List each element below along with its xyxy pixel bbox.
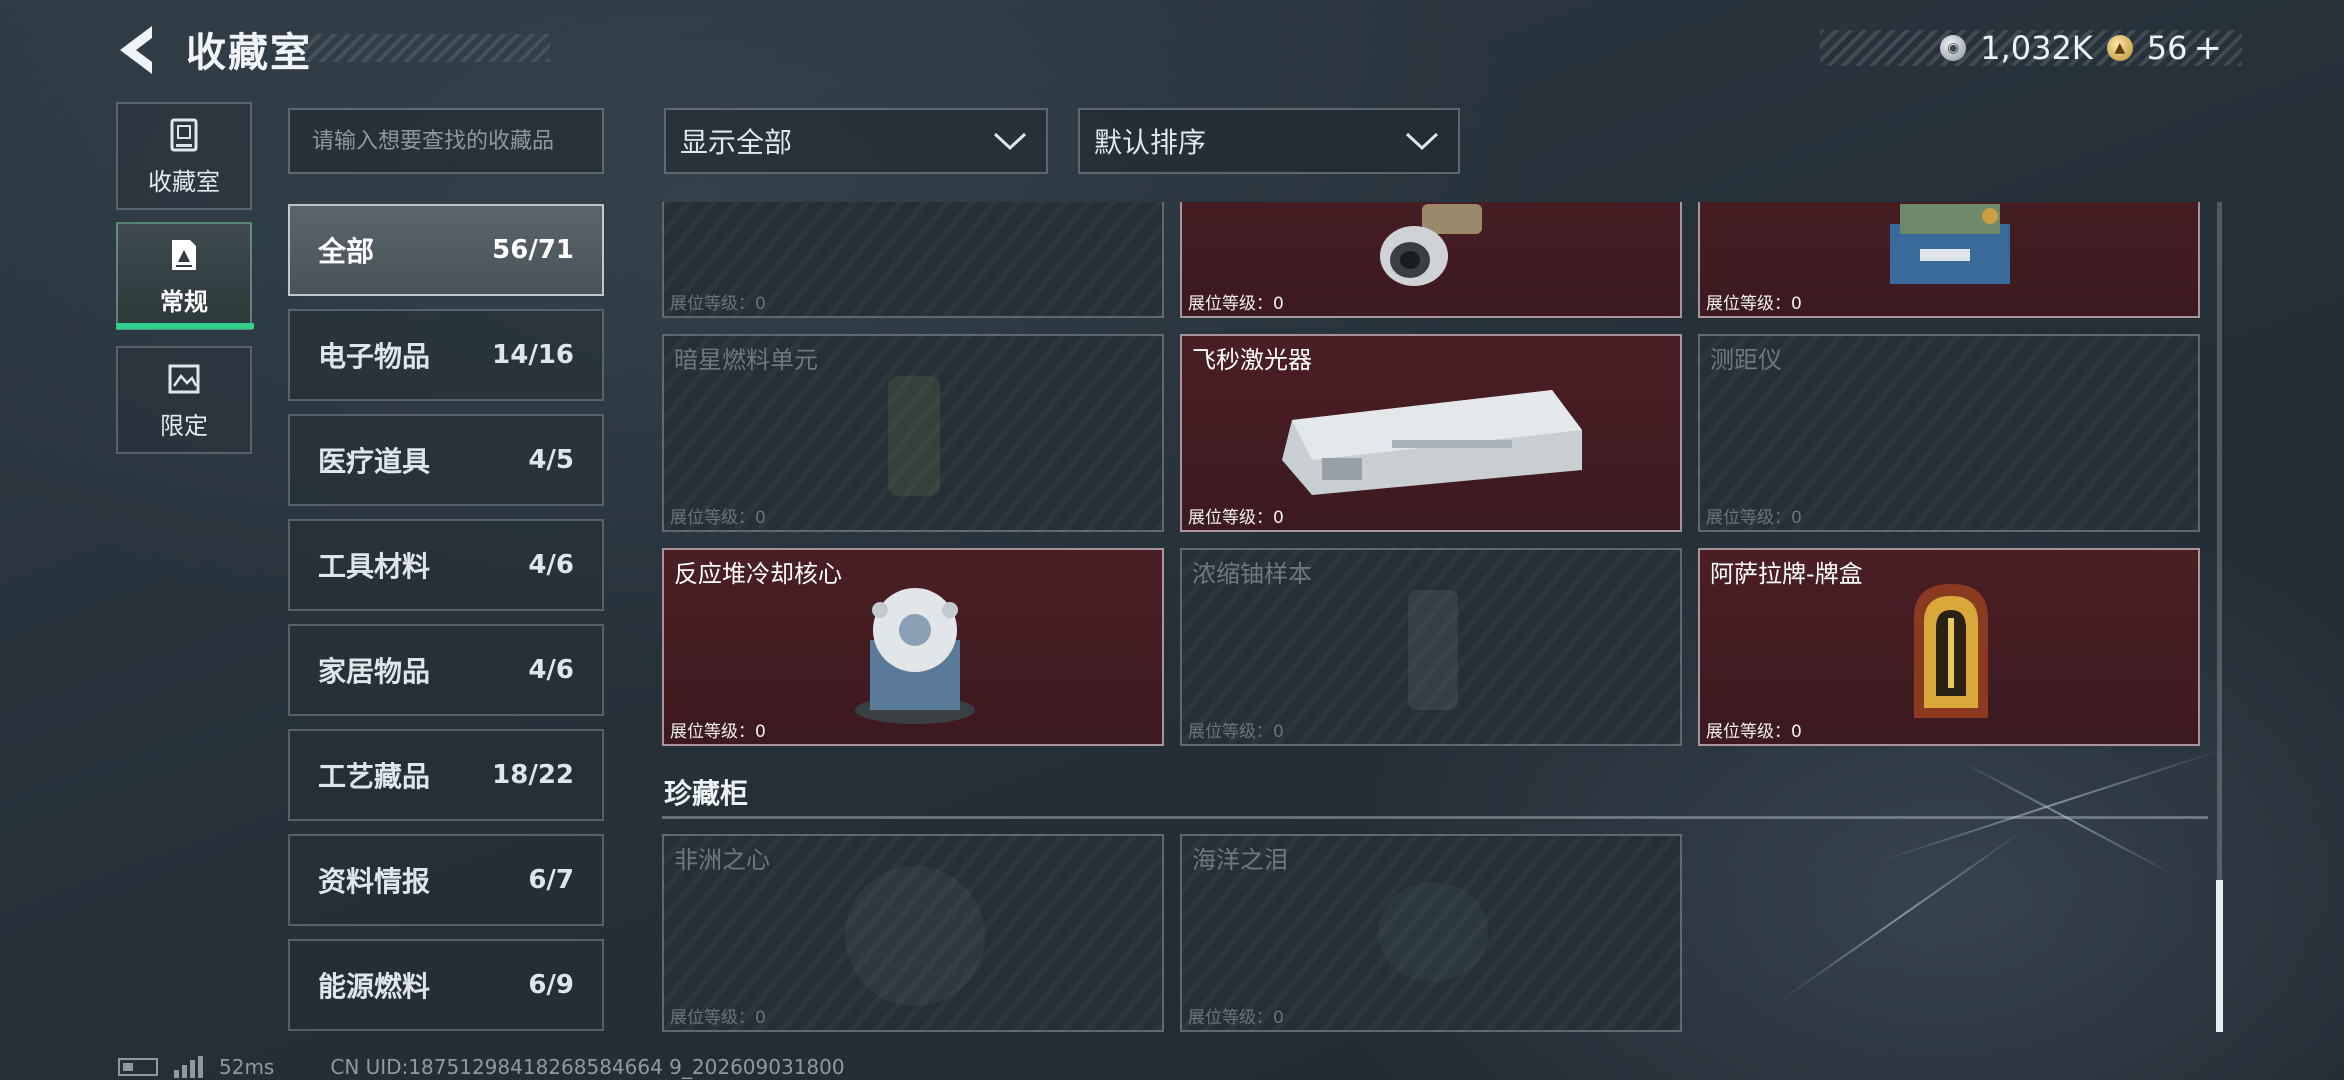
category-name: 工艺藏品 [318,760,431,793]
page-title: 收藏室 [186,30,312,76]
laser-device-art [1282,390,1582,495]
card-name: 测距仪 [1710,346,1782,374]
category-name: 全部 [318,235,375,268]
card-name: 反应堆冷却核心 [674,560,842,588]
limited-icon [168,364,200,393]
card-name: 海洋之泪 [1192,846,1288,874]
collection-card[interactable]: 海洋之泪 展位等级：0 [1180,834,1682,1032]
category-count: 4/6 [528,655,574,685]
card-level: 展位等级：0 [670,1008,766,1028]
chevron-down-icon [1405,132,1439,151]
collection-card[interactable]: 暗星燃料单元 展位等级：0 [662,334,1164,532]
nav-label: 收藏室 [148,167,220,196]
collection-grid: 展位等级：0 展位等级：0 展位等级：0 暗星燃料单元 展位等级：0 飞秒激光器 [662,202,2210,1032]
add-currency-button[interactable]: + [2194,28,2223,68]
category-count: 18/22 [492,760,574,790]
user-uid: CN UID:18751298418268584664 9_2026090318… [330,1055,845,1079]
uranium-sample-art [1408,590,1458,710]
category-count: 6/7 [528,865,574,895]
category-name: 电子物品 [318,340,431,373]
nav-item-regular[interactable]: 常规 [116,222,252,330]
regular-icon [172,239,196,270]
fuel-cell-art [888,376,940,496]
card-name: 浓缩铀样本 [1192,560,1312,588]
card-level: 展位等级：0 [1188,294,1284,314]
card-level: 展位等级：0 [1706,508,1802,528]
card-level: 展位等级：0 [1706,722,1802,742]
card-name: 阿萨拉牌-牌盒 [1710,560,1863,588]
category-tools[interactable]: 工具材料 4/6 [288,519,604,611]
collection-card[interactable]: 展位等级：0 [1698,202,2200,318]
category-medical[interactable]: 医疗道具 4/5 [288,414,604,506]
category-intel[interactable]: 资料情报 6/7 [288,834,604,926]
silver-currency-value: 1,032K [1980,29,2093,67]
card-box-art [1914,584,1988,718]
card-level: 展位等级：0 [1188,1008,1284,1028]
scrollbar-thumb[interactable] [2216,880,2223,1032]
collection-card[interactable]: 飞秒激光器 展位等级：0 [1180,334,1682,532]
reactor-core-art [855,588,975,724]
card-level: 展位等级：0 [670,508,766,528]
nav-active-indicator [116,323,254,329]
category-crafts[interactable]: 工艺藏品 18/22 [288,729,604,821]
category-all[interactable]: 全部 56/71 [288,204,604,296]
card-name: 非洲之心 [674,846,770,874]
gem-art [1378,882,1488,982]
dropdown-value: 显示全部 [680,126,793,159]
section-divider [662,816,2208,819]
card-level: 展位等级：0 [1706,294,1802,314]
category-name: 资料情报 [318,865,431,898]
battery-icon [118,1058,158,1076]
status-footer: 52ms CN UID:18751298418268584664 9_20260… [118,1054,845,1080]
ping-value: 52ms [219,1055,275,1079]
nav-label: 常规 [160,287,208,316]
category-electronics[interactable]: 电子物品 14/16 [288,309,604,401]
category-name: 能源燃料 [318,970,431,1003]
category-name: 家居物品 [318,655,431,688]
search-input[interactable] [288,108,604,174]
category-count: 4/6 [528,550,574,580]
collection-card[interactable]: 测距仪 展位等级：0 [1698,334,2200,532]
category-count: 14/16 [492,340,574,370]
card-level: 展位等级：0 [1188,508,1284,528]
chevron-down-icon [993,132,1027,151]
silver-coin-icon: ◉ [1940,35,1967,61]
title-decoration [300,34,550,62]
display-filter-dropdown[interactable]: 显示全部 [664,108,1048,174]
gold-coin-icon: ▲ [2106,35,2133,61]
collection-card[interactable]: 阿萨拉牌-牌盒 展位等级：0 [1698,548,2200,746]
category-name: 医疗道具 [318,445,431,478]
collection-card[interactable]: 展位等级：0 [662,202,1164,318]
collection-card[interactable]: 非洲之心 展位等级：0 [662,834,1164,1032]
card-level: 展位等级：0 [670,294,766,314]
lens-device-art [1380,204,1482,286]
card-level: 展位等级：0 [1188,722,1284,742]
nav-item-limited[interactable]: 限定 [116,346,252,454]
card-name: 暗星燃料单元 [674,346,818,374]
category-count: 4/5 [528,445,574,475]
collection-card[interactable]: 浓缩铀样本 展位等级：0 [1180,548,1682,746]
back-arrow-icon [120,26,152,74]
category-energy[interactable]: 能源燃料 6/9 [288,939,604,1031]
card-name: 飞秒激光器 [1192,346,1312,374]
circuit-device-art [1890,204,2010,284]
gold-currency-value: 56 [2146,29,2188,67]
signal-icon [174,1056,203,1078]
gem-art [845,866,985,1006]
section-title: 珍藏柜 [664,777,749,810]
currency-bar: ◉ 1,032K ▲ 56 + [1820,28,2242,68]
collection-card[interactable]: 展位等级：0 [1180,202,1682,318]
sort-dropdown[interactable]: 默认排序 [1078,108,1460,174]
collection-card[interactable]: 反应堆冷却核心 展位等级：0 [662,548,1164,746]
category-household[interactable]: 家居物品 4/6 [288,624,604,716]
nav-item-collection-room[interactable]: 收藏室 [116,102,252,210]
category-name: 工具材料 [318,550,431,583]
nav-label: 限定 [160,411,208,440]
back-button[interactable] [112,22,164,78]
collection-room-icon [170,118,198,151]
category-count: 6/9 [528,970,574,1000]
card-level: 展位等级：0 [670,722,766,742]
category-count: 56/71 [492,235,574,265]
dropdown-value: 默认排序 [1094,126,1207,159]
